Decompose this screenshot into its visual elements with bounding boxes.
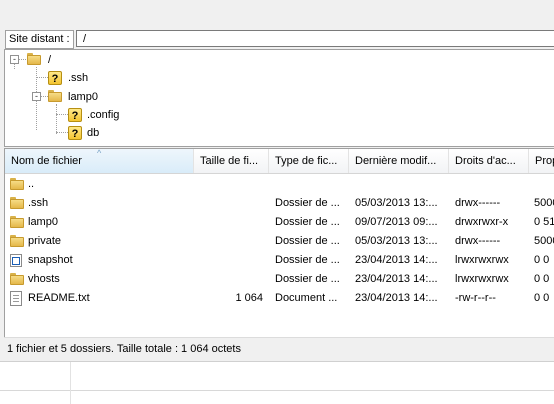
remote-directory-tree[interactable]: - / ? .ssh - lamp0 ? .config ? db [4, 49, 554, 147]
table-row[interactable]: .ssh Dossier de ... 05/03/2013 13:... dr… [5, 194, 554, 213]
column-header-permissions[interactable]: Droits d'ac... [449, 149, 529, 173]
file-owner: 5000 [534, 197, 554, 209]
folder-open-icon [48, 90, 62, 102]
file-name: .. [28, 178, 35, 190]
file-type: Dossier de ... [275, 235, 340, 247]
tree-node-label: db [87, 127, 100, 139]
tree-node-label: .ssh [68, 72, 89, 84]
folder-open-icon [27, 53, 41, 65]
divider [70, 362, 71, 404]
status-bar: 1 fichier et 5 dossiers. Taille totale :… [4, 337, 554, 360]
file-modified: 23/04/2013 14:... [355, 254, 438, 266]
collapse-toggle-root[interactable]: - [10, 55, 19, 64]
text-file-icon [10, 291, 22, 306]
folder-icon [10, 216, 24, 228]
unknown-folder-icon: ? [48, 71, 62, 85]
tree-connector [56, 132, 68, 133]
file-type: Dossier de ... [275, 197, 340, 209]
file-modified: 23/04/2013 14:... [355, 273, 438, 285]
link-icon [10, 254, 22, 267]
file-permissions: drwx------ [455, 235, 501, 247]
file-permissions: drwxrwxr-x [455, 216, 509, 228]
folder-icon [10, 235, 24, 247]
column-header-modified[interactable]: Dernière modif... [349, 149, 449, 173]
file-name: lamp0 [28, 216, 58, 228]
tree-node-label: / [48, 54, 52, 66]
file-owner: 0 0 [534, 254, 550, 266]
file-type: Dossier de ... [275, 254, 340, 266]
file-owner: 5000 [534, 235, 554, 247]
file-type: Dossier de ... [275, 216, 340, 228]
file-modified: 23/04/2013 14:... [355, 292, 438, 304]
file-type: Document ... [275, 292, 338, 304]
file-permissions: drwx------ [455, 197, 501, 209]
file-name: vhosts [28, 273, 60, 285]
table-row[interactable]: lamp0 Dossier de ... 09/07/2013 09:... d… [5, 213, 554, 232]
file-modified: 09/07/2013 09:... [355, 216, 438, 228]
unknown-folder-icon: ? [68, 126, 82, 140]
column-header-owner[interactable]: Prop [529, 149, 554, 173]
toolbar-area [0, 0, 554, 28]
remote-file-list[interactable]: Nom de fichier ^ Taille de fi... Type de… [4, 148, 554, 338]
column-header-filename[interactable]: Nom de fichier ^ [5, 149, 194, 173]
tree-node-label: .config [87, 109, 120, 121]
file-permissions: -rw-r--r-- [455, 292, 496, 304]
remote-path-input[interactable]: / [76, 30, 554, 47]
file-name: .ssh [28, 197, 49, 209]
collapse-toggle-lamp0[interactable]: - [32, 92, 41, 101]
tree-connector [40, 96, 48, 97]
folder-icon [10, 178, 24, 190]
table-row[interactable]: .. [5, 175, 554, 194]
tree-connector [36, 77, 48, 78]
tree-connector [56, 114, 68, 115]
tree-connector [18, 59, 26, 60]
file-list-header: Nom de fichier ^ Taille de fi... Type de… [5, 149, 554, 174]
column-header-size[interactable]: Taille de fi... [194, 149, 269, 173]
file-name: README.txt [28, 292, 90, 304]
file-modified: 05/03/2013 13:... [355, 235, 438, 247]
file-owner: 0 0 [534, 292, 550, 304]
file-modified: 05/03/2013 13:... [355, 197, 438, 209]
column-header-label: Nom de fichier [11, 155, 82, 167]
file-name: snapshot [28, 254, 73, 266]
file-owner: 0 0 [534, 273, 550, 285]
table-row[interactable]: snapshot Dossier de ... 23/04/2013 14:..… [5, 251, 554, 270]
file-size: 1 064 [235, 292, 263, 304]
remote-site-label: Site distant : [5, 30, 74, 49]
unknown-folder-icon: ? [68, 108, 82, 122]
table-row[interactable]: README.txt 1 064 Document ... 23/04/2013… [5, 289, 554, 308]
folder-icon [10, 273, 24, 285]
sort-ascending-icon: ^ [97, 149, 102, 158]
folder-icon [10, 197, 24, 209]
divider [0, 390, 554, 391]
tree-connector [56, 104, 57, 134]
file-permissions: lrwxrwxrwx [455, 273, 509, 285]
file-type: Dossier de ... [275, 273, 340, 285]
file-owner: 0 51 [534, 216, 554, 228]
file-permissions: lrwxrwxrwx [455, 254, 509, 266]
table-row[interactable]: private Dossier de ... 05/03/2013 13:...… [5, 232, 554, 251]
table-row[interactable]: vhosts Dossier de ... 23/04/2013 14:... … [5, 270, 554, 289]
tree-node-label: lamp0 [68, 91, 98, 103]
column-header-type[interactable]: Type de fic... [269, 149, 349, 173]
file-name: private [28, 235, 62, 247]
transfer-queue-pane[interactable] [0, 361, 554, 404]
